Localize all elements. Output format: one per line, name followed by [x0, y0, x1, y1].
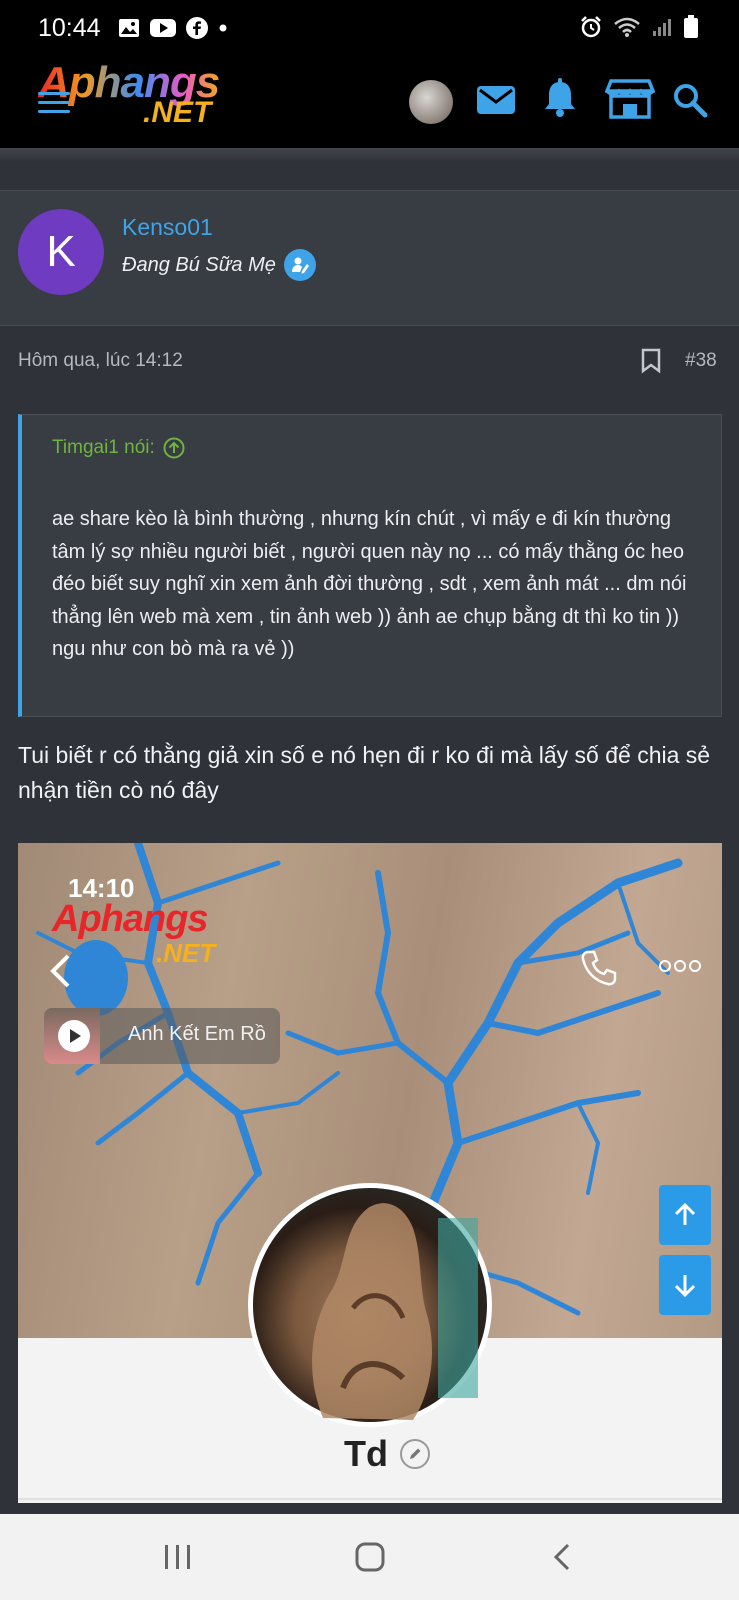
dot-icon	[219, 24, 227, 32]
youtube-icon	[150, 19, 176, 37]
avatar[interactable]	[409, 80, 453, 124]
back-chevron-icon	[48, 953, 72, 994]
quote-author-text[interactable]: Timgai1 nói:	[52, 437, 155, 459]
quote-text: ae share kèo là bình thường , nhưng kín …	[52, 508, 687, 660]
profile-name-text: Td	[344, 1433, 388, 1474]
site-logo[interactable]: Aphangs .NET	[38, 58, 368, 136]
arrow-up-circle-icon[interactable]	[163, 437, 185, 459]
header-shadow	[0, 148, 739, 162]
arrow-up-icon	[674, 1202, 696, 1225]
mail-icon[interactable]	[474, 78, 518, 122]
quote-block: Timgai1 nói: ae share kèo là bình thường…	[18, 414, 722, 717]
facebook-icon	[186, 17, 208, 39]
status-bar: 10:44	[0, 0, 739, 58]
bell-icon[interactable]	[538, 76, 582, 120]
author-avatar[interactable]: K	[18, 209, 104, 295]
back-icon[interactable]	[532, 1534, 592, 1580]
play-icon	[58, 1020, 90, 1052]
quote-author[interactable]: Timgai1 nói:	[52, 437, 185, 459]
store-icon[interactable]	[604, 76, 656, 120]
embed-divider	[18, 1498, 722, 1500]
post-author-block: K Kenso01 Đang Bú Sữa Mẹ	[0, 190, 739, 326]
profile-name: Td	[344, 1433, 430, 1475]
song-title: Anh Kết Em Rồ	[128, 1023, 266, 1045]
embedded-image[interactable]: 14:10 Aphangs .NET Anh Kết Em Rồ Td	[18, 843, 722, 1503]
bookmark-icon[interactable]	[640, 348, 662, 379]
gallery-icon	[119, 19, 139, 37]
verified-user-icon	[283, 249, 316, 281]
alarm-icon	[581, 16, 601, 38]
status-time: 10:44	[38, 14, 101, 42]
embed-watermark-main: Aphangs	[52, 898, 209, 940]
music-widget: Anh Kết Em Rồ	[44, 1008, 280, 1064]
post-number[interactable]: #38	[685, 350, 717, 372]
menu-icon[interactable]	[38, 92, 70, 114]
search-icon[interactable]	[668, 78, 712, 122]
embed-watermark-sub: .NET	[156, 938, 216, 968]
logo-sub-text: .NET	[143, 96, 212, 129]
post-timestamp[interactable]: Hôm qua, lúc 14:12	[18, 350, 183, 372]
scroll-down-button[interactable]	[659, 1255, 711, 1315]
recents-icon[interactable]	[148, 1534, 208, 1580]
system-nav-bar	[0, 1514, 739, 1600]
author-title: Đang Bú Sữa Mẹ	[122, 249, 316, 281]
home-icon[interactable]	[340, 1534, 400, 1580]
post-body-text: Tui biết r có thằng giả xin số e nó hẹn …	[18, 742, 711, 803]
profile-picture	[248, 1183, 492, 1427]
system-icons	[579, 15, 699, 39]
wifi-icon	[614, 17, 640, 37]
battery-icon	[684, 15, 698, 38]
author-username[interactable]: Kenso01	[122, 214, 213, 241]
scroll-up-button[interactable]	[659, 1185, 711, 1245]
more-options-icon	[658, 958, 702, 979]
arrow-down-icon	[674, 1275, 696, 1298]
phone-icon	[578, 948, 618, 993]
notification-icons	[118, 17, 228, 39]
signal-icon	[653, 19, 671, 36]
author-title-text: Đang Bú Sữa Mẹ	[122, 253, 276, 276]
pencil-icon	[399, 1439, 430, 1469]
app-header: Aphangs .NET	[0, 58, 739, 148]
